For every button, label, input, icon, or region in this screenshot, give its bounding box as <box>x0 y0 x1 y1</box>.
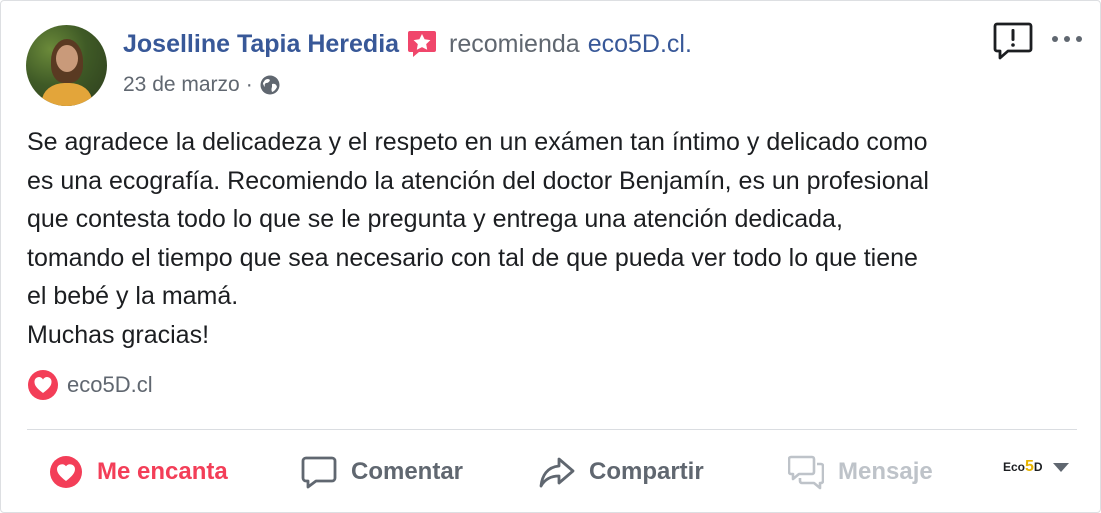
message-button[interactable]: Mensaje <box>788 441 933 503</box>
post-header: Joselline Tapia Heredia recomienda eco5D… <box>123 29 692 59</box>
meta-separator: · <box>245 73 253 96</box>
action-divider <box>27 429 1077 430</box>
reaction-summary[interactable]: eco5D.cl <box>27 369 153 401</box>
author-name[interactable]: Joselline Tapia Heredia <box>123 30 399 59</box>
author-avatar[interactable] <box>26 25 107 106</box>
post-text-line: es una ecografía. Recomiendo la atención… <box>27 166 929 195</box>
recommended-page-link[interactable]: eco5D.cl. <box>588 30 692 59</box>
chevron-down-icon <box>1052 463 1069 472</box>
message-icon <box>788 455 824 490</box>
post-date[interactable]: 23 de marzo <box>123 73 240 97</box>
action-bar: Me encanta Comentar Compartir Mensaje Ec… <box>1 441 1101 503</box>
comment-icon <box>301 456 337 489</box>
report-icon[interactable] <box>992 20 1034 62</box>
post-body: Se agradece la delicadeza y el respeto e… <box>27 123 1077 354</box>
love-button-label: Me encanta <box>97 458 228 485</box>
love-button[interactable]: Me encanta <box>49 441 228 503</box>
page-identity-selector[interactable]: Eco5D <box>1003 458 1071 476</box>
post-text-line: Muchas gracias! <box>27 320 210 349</box>
post-card: Joselline Tapia Heredia recomienda eco5D… <box>0 0 1101 513</box>
globe-icon[interactable] <box>259 74 281 96</box>
post-text-line: tomando el tiempo que sea necesario con … <box>27 243 918 272</box>
share-button-label: Compartir <box>589 458 704 485</box>
recommendation-star-icon <box>407 29 437 59</box>
post-meta: 23 de marzo · <box>123 73 281 97</box>
message-button-label: Mensaje <box>838 458 933 485</box>
post-text-line: Se agradece la delicadeza y el respeto e… <box>27 128 928 156</box>
share-icon <box>539 457 575 488</box>
post-text-line: el bebé y la mamá. <box>27 282 239 310</box>
comment-button-label: Comentar <box>351 458 464 485</box>
love-reaction-icon <box>28 370 58 400</box>
reactor-name[interactable]: eco5D.cl <box>67 372 153 398</box>
more-options-icon[interactable] <box>1049 29 1085 49</box>
comment-button[interactable]: Comentar <box>301 441 463 503</box>
love-reaction-icon <box>50 456 82 488</box>
page-logo: Eco5D <box>1003 458 1043 475</box>
post-text-line: que contesta todo lo que se le pregunta … <box>27 205 843 233</box>
recommends-label: recomienda <box>449 29 580 58</box>
share-button[interactable]: Compartir <box>539 441 704 503</box>
